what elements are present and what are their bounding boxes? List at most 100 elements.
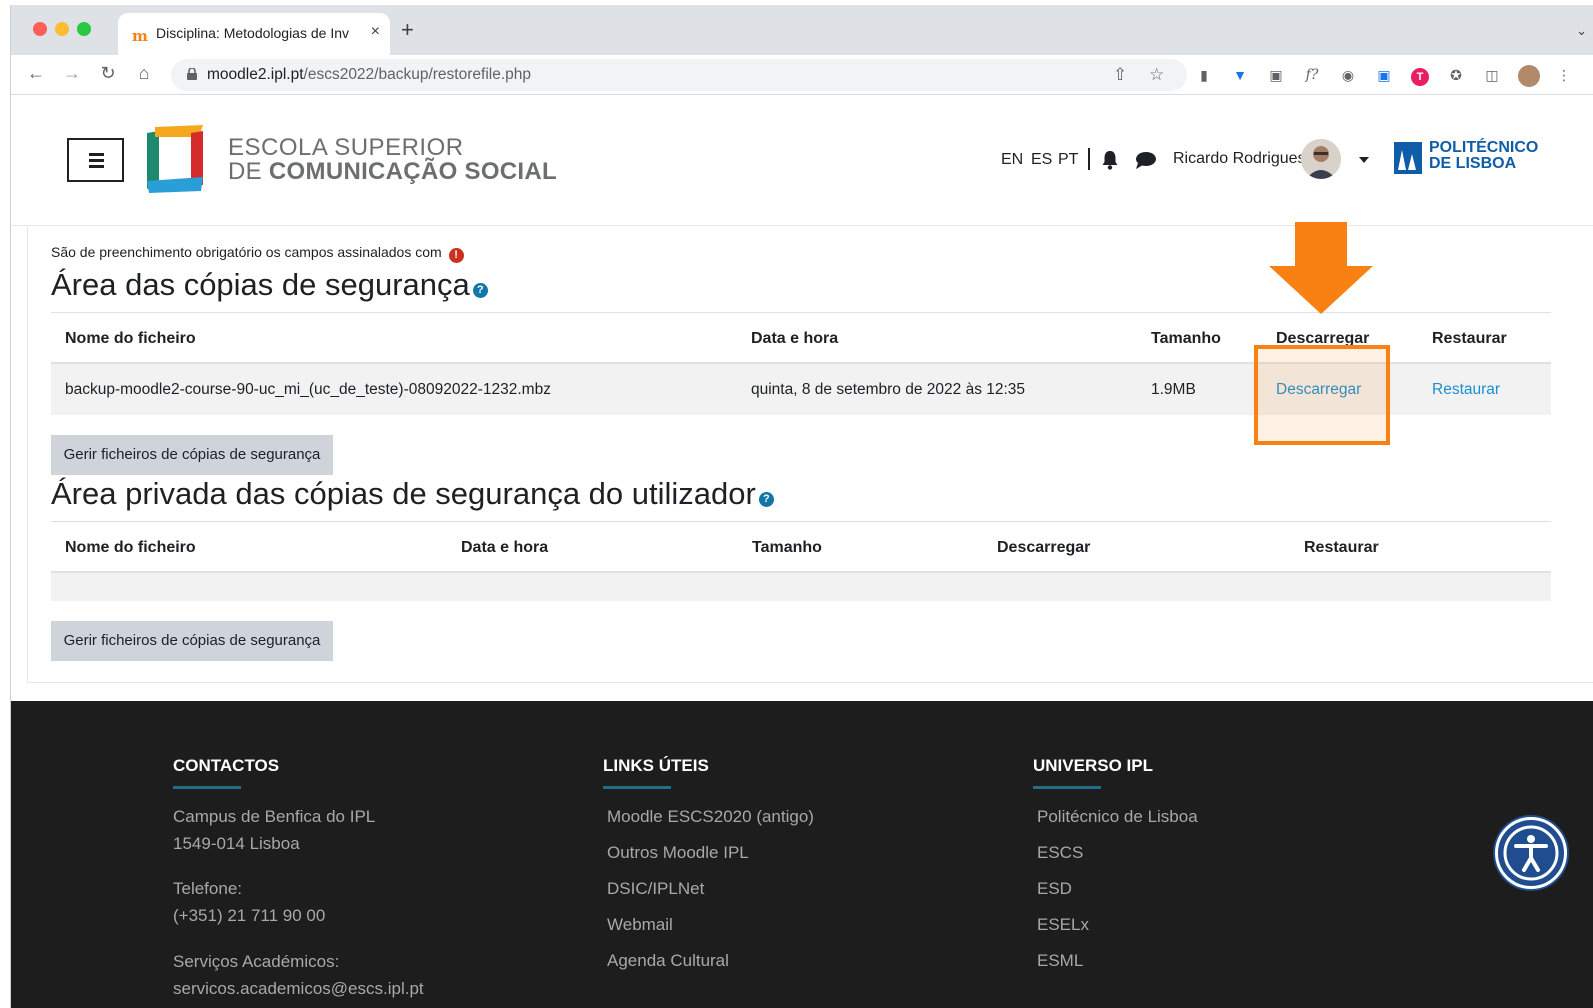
tab-strip: m Disciplina: Metodologias de Inv × + ⌄ xyxy=(11,5,1593,55)
footer-link-dsic[interactable]: DSIC/IPLNet xyxy=(607,879,704,899)
tab-title: Disciplina: Metodologias de Inv xyxy=(156,25,349,41)
services-label: Serviços Académicos: xyxy=(173,952,340,971)
extensions-puzzle-icon[interactable]: ✪ xyxy=(1446,65,1466,85)
notifications-bell-icon[interactable] xyxy=(1101,150,1119,170)
column-header-datetime: Data e hora xyxy=(461,539,549,556)
ipl-logo-icon xyxy=(1394,142,1422,174)
footer-title-underline xyxy=(173,786,241,789)
column-header-restore: Restaurar xyxy=(1432,330,1507,347)
backup-size: 1.9MB xyxy=(1151,381,1196,398)
school-name-bold: COMUNICAÇÃO SOCIAL xyxy=(268,158,557,185)
page: ESCOLA SUPERIOR DE COMUNICAÇÃO SOCIAL EN… xyxy=(11,96,1593,1008)
phone-label: Telefone: xyxy=(173,879,242,898)
screenshot-icon[interactable]: ▣ xyxy=(1266,65,1286,85)
browser-toolbar: ← → ↻ ⌂ moodle2.ipl.pt/escs2022/backup/r… xyxy=(11,55,1593,95)
maximize-window-button[interactable] xyxy=(77,22,91,36)
url-path: /escs2022/backup/restorefile.php xyxy=(303,66,531,83)
function-icon[interactable]: f? xyxy=(1302,65,1322,85)
required-fields-note: São de preenchimento obrigatório os camp… xyxy=(51,244,464,263)
translate-extension-icon[interactable]: T xyxy=(1410,65,1430,86)
minimize-window-button[interactable] xyxy=(55,22,69,36)
help-icon[interactable]: ? xyxy=(758,492,774,507)
site-footer: CONTACTOS Campus de Benfica do IPL 1549-… xyxy=(11,701,1593,1008)
annotation-down-arrow-icon xyxy=(1269,222,1373,314)
footer-title-underline xyxy=(603,786,671,789)
extension-diamond-icon[interactable]: ▼ xyxy=(1230,65,1250,85)
empty-table-row xyxy=(51,573,1551,601)
footer-link-outros-moodle[interactable]: Outros Moodle IPL xyxy=(607,843,749,863)
lang-en-link[interactable]: EN xyxy=(1001,151,1023,169)
footer-contacts: CONTACTOS xyxy=(173,756,279,789)
address-line1: Campus de Benfica do IPL xyxy=(173,807,376,826)
side-panel-icon[interactable]: ◫ xyxy=(1482,65,1502,85)
footer-link-esd[interactable]: ESD xyxy=(1037,879,1072,899)
bookmark-star-icon[interactable]: ☆ xyxy=(1149,65,1164,85)
browser-menu-icon[interactable]: ⋮ xyxy=(1554,65,1574,85)
school-name-line2: DE COMUNICAÇÃO SOCIAL xyxy=(228,158,557,186)
footer-link-moodle-escs2020[interactable]: Moodle ESCS2020 (antigo) xyxy=(607,807,814,827)
manage-course-backups-button[interactable]: Gerir ficheiros de cópias de segurança xyxy=(51,435,333,475)
new-tab-button[interactable]: + xyxy=(401,19,414,41)
browser-tab[interactable]: m Disciplina: Metodologias de Inv × xyxy=(118,13,390,55)
address-bar[interactable]: moodle2.ipl.pt/escs2022/backup/restorefi… xyxy=(171,59,1187,91)
forward-button[interactable]: → xyxy=(60,63,84,84)
user-backups-heading-text: Área privada das cópias de segurança do … xyxy=(51,476,756,511)
moodle-favicon-icon: m xyxy=(132,27,148,45)
footer-links: LINKS ÚTEIS xyxy=(603,756,709,789)
column-header-restore: Restaurar xyxy=(1304,539,1379,556)
profile-avatar-icon[interactable] xyxy=(1518,65,1540,87)
user-menu-dropdown-icon[interactable] xyxy=(1359,157,1369,163)
back-button[interactable]: ← xyxy=(24,63,48,84)
annotation-highlight-box xyxy=(1254,345,1390,445)
manage-user-backups-button[interactable]: Gerir ficheiros de cópias de segurança xyxy=(51,621,333,661)
user-name[interactable]: Ricardo Rodrigues xyxy=(1173,150,1306,168)
footer-link-politecnico[interactable]: Politécnico de Lisboa xyxy=(1037,807,1198,827)
screen: m Disciplina: Metodologias de Inv × + ⌄ … xyxy=(0,0,1593,1008)
user-avatar[interactable] xyxy=(1301,139,1341,179)
messages-chat-icon[interactable] xyxy=(1135,151,1157,169)
ipl-name-line1: POLITÉCNICO xyxy=(1429,139,1539,156)
ipl-name: POLITÉCNICO DE LISBOA xyxy=(1429,140,1538,172)
footer-link-webmail[interactable]: Webmail xyxy=(607,915,673,935)
capture-icon[interactable]: ▣ xyxy=(1374,65,1394,85)
reload-button[interactable]: ↻ xyxy=(96,63,120,84)
course-backups-heading: Área das cópias de segurança? xyxy=(51,267,488,303)
user-avatar-image xyxy=(1301,139,1341,179)
column-header-filename: Nome do ficheiro xyxy=(65,539,196,556)
url-text: moodle2.ipl.pt/escs2022/backup/restorefi… xyxy=(207,66,531,84)
home-button[interactable]: ⌂ xyxy=(132,63,156,84)
help-icon[interactable]: ? xyxy=(472,283,488,298)
footer-link-eselx[interactable]: ESELx xyxy=(1037,915,1089,935)
backup-datetime: quinta, 8 de setembro de 2022 às 12:35 xyxy=(751,381,1026,398)
footer-universe: UNIVERSO IPL xyxy=(1033,756,1153,789)
lang-pt-link[interactable]: PT xyxy=(1058,151,1078,169)
column-header-filename: Nome do ficheiro xyxy=(65,330,196,347)
course-backups-heading-text: Área das cópias de segurança xyxy=(51,267,470,302)
camera-icon[interactable]: ◉ xyxy=(1338,65,1358,85)
site-header: ESCOLA SUPERIOR DE COMUNICAÇÃO SOCIAL EN… xyxy=(11,96,1593,226)
footer-links-title: LINKS ÚTEIS xyxy=(603,756,709,775)
tab-search-chevron-icon[interactable]: ⌄ xyxy=(1576,23,1587,39)
footer-link-esml[interactable]: ESML xyxy=(1037,951,1083,971)
required-note-text: São de preenchimento obrigatório os camp… xyxy=(51,244,442,260)
footer-link-escs[interactable]: ESCS xyxy=(1037,843,1083,863)
column-header-download: Descarregar xyxy=(997,539,1091,556)
menu-toggle-button[interactable] xyxy=(67,138,124,182)
column-header-size: Tamanho xyxy=(752,539,822,556)
restore-link[interactable]: Restaurar xyxy=(1432,381,1500,399)
lang-es-link[interactable]: ES xyxy=(1031,151,1052,169)
accessibility-button[interactable] xyxy=(1495,817,1567,889)
table-header: Nome do ficheiro Data e hora Tamanho Des… xyxy=(51,521,1551,573)
footer-link-agenda[interactable]: Agenda Cultural xyxy=(607,951,729,971)
footer-contacts-title: CONTACTOS xyxy=(173,756,280,775)
browser-window: m Disciplina: Metodologias de Inv × + ⌄ … xyxy=(10,5,1593,1008)
language-separator xyxy=(1088,148,1090,170)
required-icon: ! xyxy=(448,248,464,263)
services-email[interactable]: servicos.academicos@escs.ipl.pt xyxy=(173,979,424,999)
close-window-button[interactable] xyxy=(33,22,47,36)
column-header-size: Tamanho xyxy=(1151,330,1221,347)
close-tab-icon[interactable]: × xyxy=(371,23,380,41)
share-icon[interactable]: ⇧ xyxy=(1113,65,1127,85)
reading-list-icon[interactable]: ▮ xyxy=(1194,65,1214,85)
lock-icon xyxy=(187,68,197,80)
